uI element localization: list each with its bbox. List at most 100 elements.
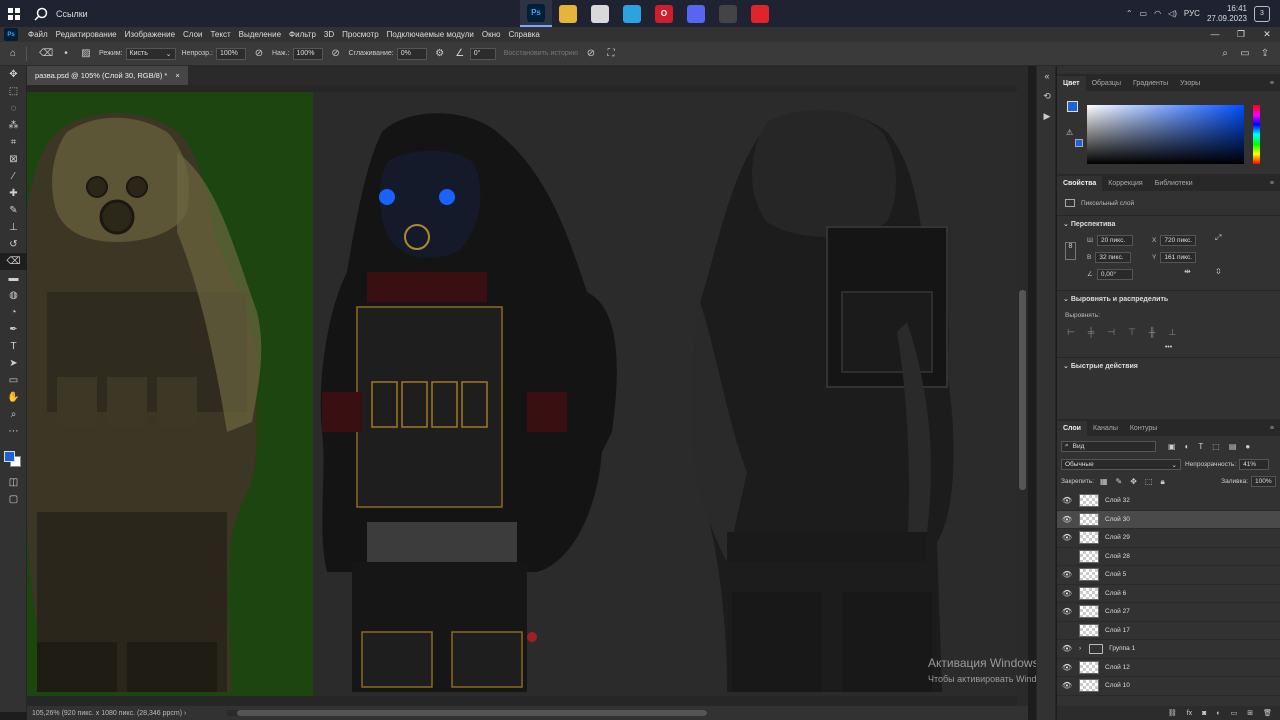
properties-panel-menu-icon[interactable]: ≡ [1270, 176, 1280, 191]
chevron-right-icon[interactable]: › [1079, 645, 1081, 652]
properties-tab-1[interactable]: Коррекция [1102, 176, 1148, 191]
properties-tab-2[interactable]: Библиотеки [1149, 176, 1199, 191]
taskbar-app-discord[interactable] [680, 0, 712, 27]
symmetry-icon[interactable]: ⛶ [604, 47, 618, 61]
screen-mode-icon[interactable]: ▢ [0, 491, 27, 508]
brush-tool-icon[interactable]: ✎ [0, 202, 27, 219]
color-panel-menu-icon[interactable]: ≡ [1270, 76, 1280, 91]
pressure-size-icon[interactable]: ⊘ [584, 47, 598, 61]
visibility-eye-icon[interactable]: 👁︎ [1057, 589, 1077, 598]
mode-select[interactable]: Кисть ⌄ [125, 47, 176, 60]
quick-mask-icon[interactable]: ◫ [0, 474, 27, 491]
fx-icon[interactable]: fx [1187, 710, 1192, 717]
layer-row[interactable]: Слой 17 [1057, 622, 1280, 640]
taskbar-app-amd[interactable] [744, 0, 776, 27]
restore-history-checkbox[interactable]: Восстановить историю [504, 50, 578, 57]
taskbar-search[interactable]: Ссылки [34, 0, 88, 27]
notifications-icon[interactable]: 3 [1254, 5, 1270, 22]
filter-adjustment-icon[interactable]: ◐ [1185, 442, 1190, 451]
layer-row[interactable]: 👁︎ Слой 6 [1057, 585, 1280, 603]
y-field[interactable]: 161 пикс. [1160, 251, 1197, 263]
menu-item-8[interactable]: Просмотр [338, 30, 383, 39]
pressure-field[interactable]: 100% [292, 47, 323, 60]
pressure-opacity-icon[interactable]: ⊘ [252, 47, 266, 61]
taskbar-app-opera[interactable]: O [648, 0, 680, 27]
lock-all-icon[interactable]: 🔒︎ [1160, 477, 1164, 487]
menu-item-9[interactable]: Подключаемые модули [383, 30, 478, 39]
taskbar-app-paint[interactable] [584, 0, 616, 27]
path-select-tool-icon[interactable]: ➤ [0, 355, 27, 372]
eraser-tool-icon[interactable]: ⌫ [0, 253, 27, 270]
blend-mode-select[interactable]: Обычные ⌄ [1061, 459, 1181, 470]
angle-field[interactable]: 0,00° [1096, 268, 1133, 280]
transform-section-title[interactable]: ⌄ Перспектива [1057, 216, 1280, 232]
canvas-vertical-scrollbar[interactable] [1017, 85, 1028, 706]
volume-icon[interactable]: ◁) [1168, 9, 1177, 18]
collapse-icon[interactable]: « [1037, 66, 1057, 86]
workspace-icon[interactable]: ▭ [1238, 47, 1252, 61]
layers-tab-1[interactable]: Каналы [1087, 421, 1124, 436]
lock-position-icon[interactable]: ✥ [1130, 477, 1137, 487]
align-center-v-icon[interactable]: ╫ [1149, 327, 1155, 338]
align-right-icon[interactable]: ⊣ [1107, 327, 1115, 338]
taskbar-app-photoshop[interactable]: Ps [520, 0, 552, 27]
eraser-tool-icon[interactable]: ⌫ [39, 47, 53, 61]
link-icon[interactable]: 8 [1065, 242, 1076, 260]
actions-panel-icon[interactable]: ▶ [1037, 106, 1057, 126]
document-canvas[interactable] [27, 92, 1028, 696]
color-tab-2[interactable]: Градиенты [1127, 76, 1174, 91]
layer-row[interactable]: 👁︎ Слой 12 [1057, 659, 1280, 677]
language-indicator[interactable]: РУС [1184, 9, 1200, 18]
link-layers-icon[interactable]: ⛓ [1168, 709, 1177, 717]
dodge-tool-icon[interactable]: ◔ [0, 304, 27, 321]
layer-opacity-field[interactable]: 41% [1239, 459, 1270, 470]
color-picker-field[interactable] [1087, 105, 1244, 164]
opacity-field[interactable]: 100% [215, 47, 246, 60]
visibility-eye-icon[interactable]: 👁︎ [1057, 515, 1077, 524]
mask-icon[interactable]: ◙ [1202, 710, 1206, 717]
new-group-icon[interactable]: ▭ [1231, 709, 1238, 717]
trash-icon[interactable]: 🗑︎ [1263, 709, 1272, 717]
foreground-color-swatch[interactable] [4, 451, 15, 462]
x-field[interactable]: 720 пикс. [1160, 234, 1197, 246]
menu-item-7[interactable]: 3D [320, 30, 338, 39]
frame-tool-icon[interactable]: ⊠ [0, 151, 27, 168]
menu-item-4[interactable]: Текст [206, 30, 234, 39]
flip-horizontal-icon[interactable]: ⇹ [1184, 267, 1191, 276]
menu-item-10[interactable]: Окно [478, 30, 505, 39]
visibility-eye-icon[interactable]: 👁︎ [1057, 644, 1077, 653]
align-center-h-icon[interactable]: ╪ [1088, 327, 1094, 338]
maximize-icon[interactable]: ❐ [1228, 27, 1254, 42]
layer-row[interactable]: Слой 28 [1057, 548, 1280, 566]
adjustment-icon[interactable]: ◐ [1216, 710, 1220, 717]
menu-item-3[interactable]: Слои [179, 30, 206, 39]
menu-item-2[interactable]: Изображение [121, 30, 179, 39]
new-layer-icon[interactable]: ⊞ [1247, 709, 1253, 717]
align-top-icon[interactable]: ⊤ [1128, 327, 1136, 338]
flip-vertical-icon[interactable]: ⇳ [1215, 267, 1222, 276]
layer-row[interactable]: 👁︎ › Группа 1 [1057, 640, 1280, 659]
visibility-eye-icon[interactable]: 👁︎ [1057, 681, 1077, 690]
color-tab-1[interactable]: Образцы [1086, 76, 1127, 91]
hand-tool-icon[interactable]: ✋ [0, 389, 27, 406]
marquee-tool-icon[interactable]: ⬚ [0, 83, 27, 100]
layer-row[interactable]: 👁︎ Слой 32 [1057, 492, 1280, 511]
stamp-tool-icon[interactable]: ⊥ [0, 219, 27, 236]
color-tab-0[interactable]: Цвет [1057, 76, 1086, 91]
layer-row[interactable]: 👁︎ Слой 27 [1057, 603, 1280, 622]
quick-select-tool-icon[interactable]: ⁂ [0, 117, 27, 134]
properties-tab-0[interactable]: Свойства [1057, 176, 1103, 191]
visibility-eye-icon[interactable]: 👁︎ [1057, 663, 1077, 672]
layers-tab-0[interactable]: Слои [1057, 421, 1087, 436]
lasso-tool-icon[interactable]: ◌ [0, 100, 27, 117]
history-brush-tool-icon[interactable]: ↺ [0, 236, 27, 253]
reset-icon[interactable]: ⤢ [1215, 233, 1221, 243]
canvas-horizontal-scrollbar[interactable] [227, 710, 707, 716]
angle-field[interactable]: 0° [469, 47, 496, 60]
gamut-swatch[interactable] [1075, 139, 1083, 147]
quick-actions-section-title[interactable]: ⌄ Быстрые действия [1057, 358, 1280, 374]
zoom-tool-icon[interactable]: ⌕ [0, 406, 27, 423]
visibility-eye-icon[interactable]: 👁︎ [1057, 607, 1077, 616]
healing-tool-icon[interactable]: ✚ [0, 185, 27, 202]
windows-start-icon[interactable] [0, 0, 28, 27]
